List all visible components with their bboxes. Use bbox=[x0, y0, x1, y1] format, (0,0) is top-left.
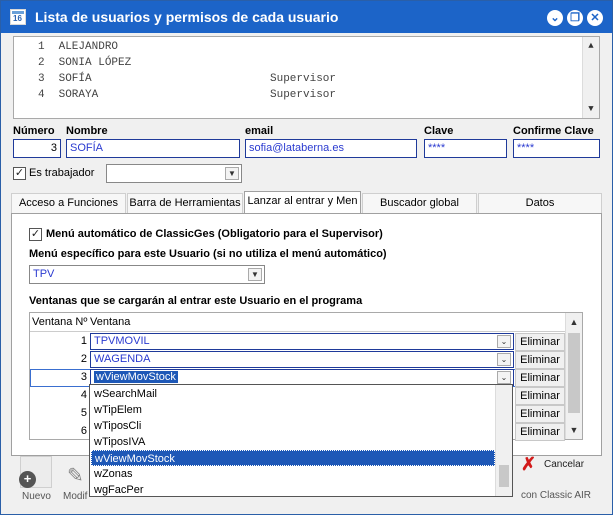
es-trabajador-label: Es trabajador bbox=[29, 167, 95, 179]
cancelar-button[interactable]: Cancelar bbox=[544, 459, 584, 470]
chevron-down-icon[interactable]: ▼ bbox=[248, 268, 262, 281]
chevron-down-icon[interactable]: ⌄ bbox=[497, 353, 511, 366]
menu-button[interactable]: ⌄ bbox=[547, 10, 563, 26]
col-header-num: Ventana Nº bbox=[32, 316, 88, 328]
col-header-window: Ventana bbox=[90, 316, 131, 328]
grid-window-select[interactable]: WAGENDA ⌄ bbox=[90, 351, 514, 368]
grid-header: Ventana Nº Ventana bbox=[30, 313, 565, 332]
dropdown-option[interactable]: wSearchMail bbox=[91, 386, 495, 402]
scroll-down-icon[interactable]: ▼ bbox=[583, 101, 599, 117]
menu-automatico-checkbox[interactable]: ✓ bbox=[29, 228, 42, 241]
plus-icon[interactable]: + bbox=[19, 471, 36, 488]
confirme-clave-label: Confirme Clave bbox=[513, 125, 594, 137]
tab-acceso-funciones[interactable]: Acceso a Funciones bbox=[11, 193, 126, 214]
email-field[interactable]: sofia@lataberna.es bbox=[245, 139, 417, 158]
cancel-x-icon[interactable]: ✗ bbox=[521, 454, 536, 475]
nombre-field[interactable]: SOFÍA bbox=[66, 139, 240, 158]
grid-row-num: 4 bbox=[80, 389, 87, 401]
grid-row-num: 2 bbox=[80, 353, 87, 365]
confirme-clave-field[interactable]: **** bbox=[513, 139, 600, 158]
window-title: Lista de usuarios y permisos de cada usu… bbox=[35, 9, 339, 25]
eliminar-button[interactable]: Eliminar bbox=[515, 369, 565, 387]
scroll-up-icon[interactable]: ▲ bbox=[583, 38, 599, 54]
menu-especifico-select[interactable]: TPV ▼ bbox=[29, 265, 265, 284]
close-button[interactable]: ✕ bbox=[587, 10, 603, 26]
scroll-down-icon[interactable]: ▼ bbox=[566, 422, 582, 438]
tab-barra-herramientas[interactable]: Barra de Herramientas bbox=[127, 193, 243, 214]
user-permissions-window: Lista de usuarios y permisos de cada usu… bbox=[0, 0, 613, 515]
user-list-item[interactable]: 4 SORAYA Supervisor bbox=[38, 89, 336, 105]
clave-field[interactable]: **** bbox=[424, 139, 507, 158]
dropdown-option[interactable]: wgFacPer bbox=[91, 482, 495, 498]
menu-automatico-label: Menú automático de ClassicGes (Obligator… bbox=[46, 228, 383, 240]
trabajador-select[interactable]: ▼ bbox=[106, 164, 242, 183]
dropdown-option[interactable]: wTipElem bbox=[91, 402, 495, 418]
grid-row-num: 1 bbox=[80, 335, 87, 347]
chevron-down-icon[interactable]: ⌄ bbox=[497, 335, 511, 348]
clave-label: Clave bbox=[424, 125, 454, 137]
grid-scrollbar[interactable]: ▲ ▼ bbox=[565, 313, 582, 439]
restore-button[interactable]: ❐ bbox=[567, 10, 583, 26]
dropdown-option[interactable]: wTiposCli bbox=[91, 418, 495, 434]
dropdown-option[interactable]: wTiposIVA bbox=[91, 434, 495, 450]
tab-buscador-global[interactable]: Buscador global bbox=[362, 193, 477, 214]
tab-datos[interactable]: Datos bbox=[478, 193, 602, 214]
calendar-app-icon bbox=[10, 9, 26, 25]
ventanas-label: Ventanas que se cargarán al entrar este … bbox=[29, 295, 363, 307]
pencil-icon[interactable]: ✎ bbox=[67, 463, 84, 488]
numero-label: Número bbox=[13, 125, 55, 137]
nuevo-label: Nuevo bbox=[22, 491, 51, 502]
eliminar-button[interactable]: Eliminar bbox=[515, 387, 565, 405]
email-label: email bbox=[245, 125, 274, 137]
classic-air-text: con Classic AIR bbox=[521, 490, 592, 501]
scroll-thumb[interactable] bbox=[568, 333, 580, 413]
menu-especifico-label: Menú específico para este Usuario (si no… bbox=[29, 248, 387, 260]
dropdown-option[interactable]: wZonas bbox=[91, 466, 495, 482]
chevron-down-icon[interactable]: ⌄ bbox=[497, 371, 511, 384]
grid-row-num: 5 bbox=[80, 407, 87, 419]
user-list-item[interactable]: 3 SOFÍA Supervisor bbox=[38, 73, 336, 89]
numero-field[interactable]: 3 bbox=[13, 139, 61, 158]
tab-lanzar-menu[interactable]: Lanzar al entrar y Men bbox=[244, 191, 361, 214]
user-list-item[interactable]: 2 SONIA LÓPEZ bbox=[38, 57, 131, 73]
grid-window-select[interactable]: TPVMOVIL ⌄ bbox=[90, 333, 514, 350]
scroll-thumb[interactable] bbox=[499, 465, 509, 487]
user-list-item[interactable]: 1 ALEJANDRO bbox=[38, 41, 118, 57]
grid-row-num: 3 bbox=[80, 371, 87, 383]
eliminar-button[interactable]: Eliminar bbox=[515, 333, 565, 351]
eliminar-button[interactable]: Eliminar bbox=[515, 405, 565, 423]
user-list[interactable]: 1 ALEJANDRO 2 SONIA LÓPEZ 3 SOFÍA Superv… bbox=[13, 36, 600, 119]
title-bar: Lista de usuarios y permisos de cada usu… bbox=[1, 1, 612, 33]
scroll-up-icon[interactable]: ▲ bbox=[566, 314, 582, 330]
tab-strip: Acceso a Funciones Barra de Herramientas… bbox=[11, 191, 602, 214]
dropdown-option-selected[interactable]: wViewMovStock bbox=[91, 450, 495, 466]
grid-row-num: 6 bbox=[80, 425, 87, 437]
user-list-scrollbar[interactable]: ▲ ▼ bbox=[582, 37, 599, 118]
window-dropdown-list[interactable]: wSearchMail wTipElem wTiposCli wTiposIVA… bbox=[89, 384, 513, 497]
chevron-down-icon[interactable]: ▼ bbox=[225, 167, 239, 180]
dropdown-scrollbar[interactable] bbox=[495, 385, 512, 496]
nombre-label: Nombre bbox=[66, 125, 108, 137]
eliminar-button[interactable]: Eliminar bbox=[515, 351, 565, 369]
es-trabajador-checkbox[interactable]: ✓ bbox=[13, 167, 26, 180]
eliminar-button[interactable]: Eliminar bbox=[515, 423, 565, 441]
modif-label: Modif bbox=[63, 491, 88, 502]
